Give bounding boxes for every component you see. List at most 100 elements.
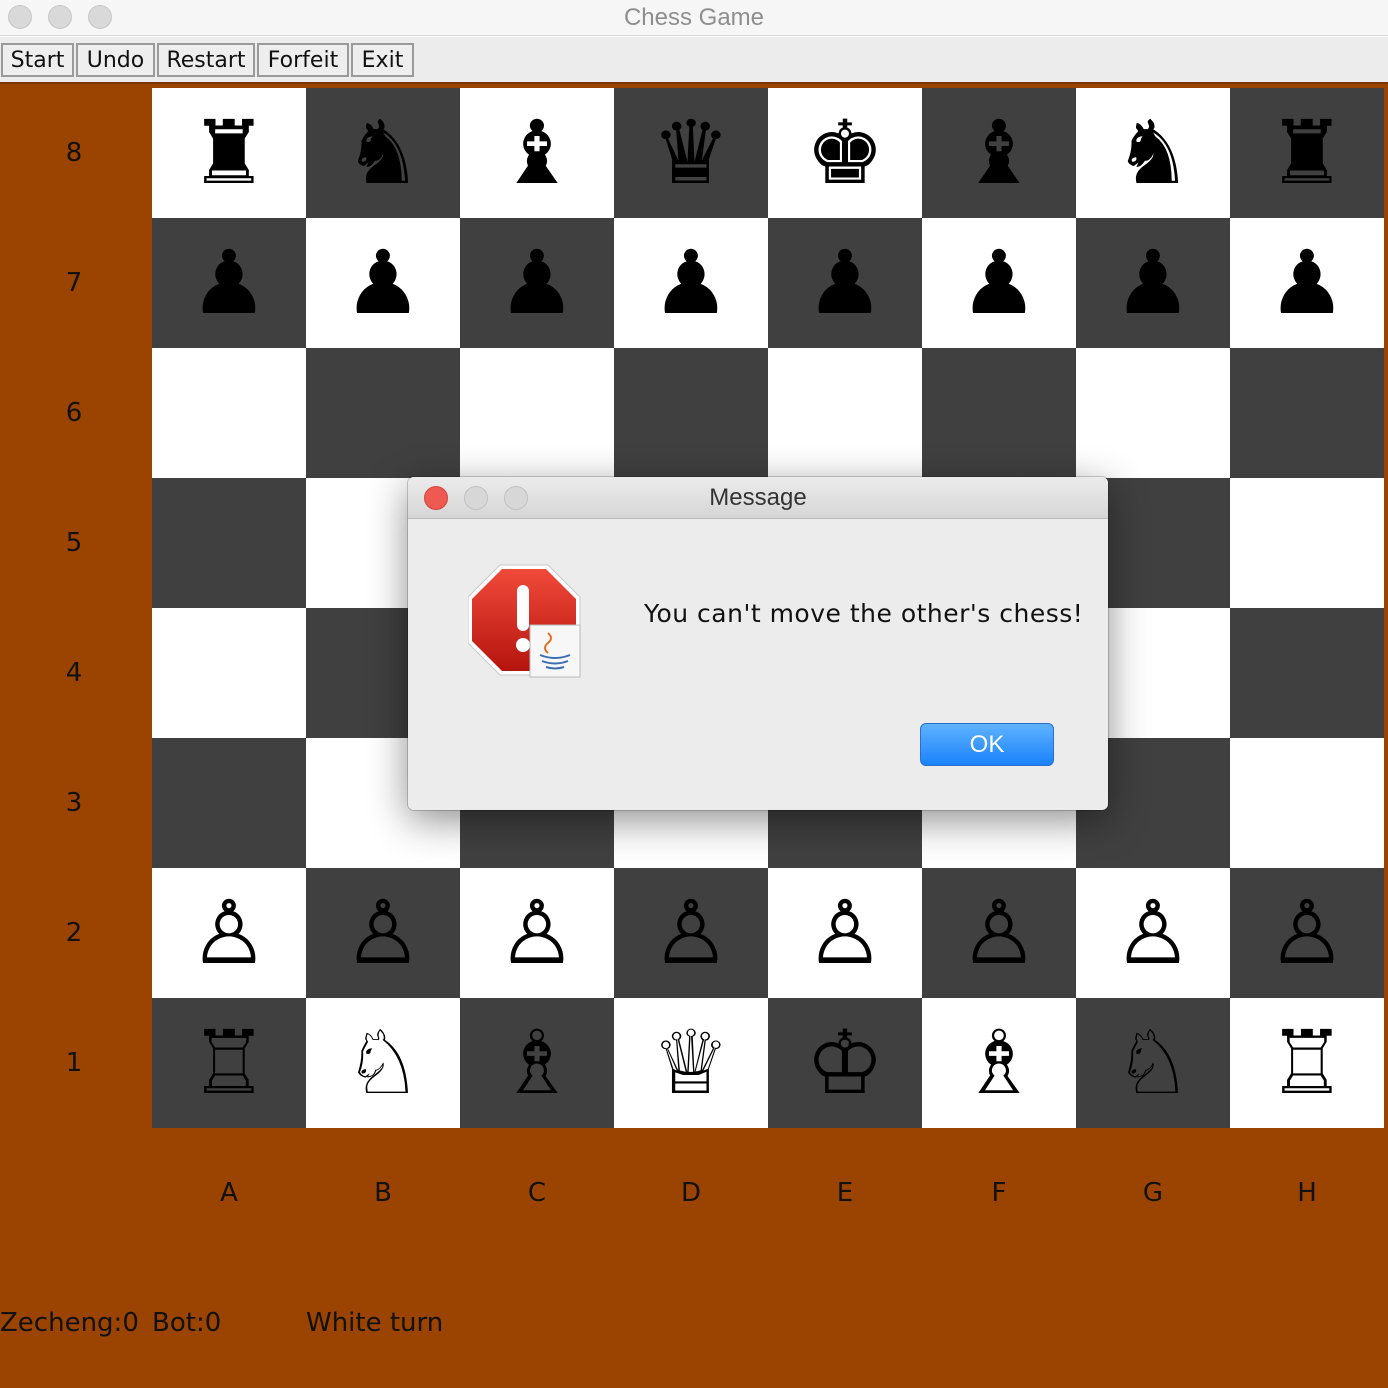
chess-piece[interactable]: ♙	[190, 889, 269, 977]
chess-piece[interactable]: ♟	[960, 239, 1039, 327]
chess-piece[interactable]: ♙	[1114, 889, 1193, 977]
square-h5[interactable]	[1230, 478, 1384, 608]
dialog-message: You can't move the other's chess!	[644, 599, 1084, 628]
square-f2[interactable]: ♙	[922, 868, 1076, 998]
square-c8[interactable]: ♝	[460, 88, 614, 218]
dialog-title: Message	[709, 484, 807, 511]
rank-label: 1	[65, 1048, 83, 1078]
chess-piece[interactable]: ♙	[960, 889, 1039, 977]
ok-button[interactable]: OK	[920, 723, 1054, 766]
square-h7[interactable]: ♟	[1230, 218, 1384, 348]
square-d7[interactable]: ♟	[614, 218, 768, 348]
chess-piece[interactable]: ♖	[1268, 1019, 1347, 1107]
chess-piece[interactable]: ♜	[190, 109, 269, 197]
chess-piece[interactable]: ♘	[1114, 1019, 1193, 1107]
square-g1[interactable]: ♘	[1076, 998, 1230, 1128]
square-g7[interactable]: ♟	[1076, 218, 1230, 348]
restart-button[interactable]: Restart	[157, 43, 255, 77]
square-h1[interactable]: ♖	[1230, 998, 1384, 1128]
chess-piece[interactable]: ♞	[1114, 109, 1193, 197]
square-g8[interactable]: ♞	[1076, 88, 1230, 218]
square-a7[interactable]: ♟	[152, 218, 306, 348]
square-h8[interactable]: ♜	[1230, 88, 1384, 218]
square-b2[interactable]: ♙	[306, 868, 460, 998]
chess-piece[interactable]: ♙	[498, 889, 577, 977]
turn-indicator: White turn	[306, 1308, 444, 1338]
square-h3[interactable]	[1230, 738, 1384, 868]
square-a4[interactable]	[152, 608, 306, 738]
chess-piece[interactable]: ♟	[190, 239, 269, 327]
square-d1[interactable]: ♕	[614, 998, 768, 1128]
file-label: F	[991, 1178, 1007, 1208]
message-dialog: Message You can't move the other's chess…	[408, 477, 1108, 810]
chess-piece[interactable]: ♝	[960, 109, 1039, 197]
square-f8[interactable]: ♝	[922, 88, 1076, 218]
forfeit-button[interactable]: Forfeit	[257, 43, 349, 77]
toolbar: Start Undo Restart Forfeit Exit	[0, 37, 1388, 82]
file-label: G	[1142, 1178, 1164, 1208]
square-a1[interactable]: ♖	[152, 998, 306, 1128]
square-f1[interactable]: ♗	[922, 998, 1076, 1128]
square-a3[interactable]	[152, 738, 306, 868]
chess-piece[interactable]: ♚	[806, 109, 885, 197]
start-button[interactable]: Start	[1, 43, 74, 77]
square-b1[interactable]: ♘	[306, 998, 460, 1128]
rank-label: 4	[65, 658, 83, 688]
square-a6[interactable]	[152, 348, 306, 478]
chess-piece[interactable]: ♗	[498, 1019, 577, 1107]
square-c6[interactable]	[460, 348, 614, 478]
chess-piece[interactable]: ♙	[1268, 889, 1347, 977]
square-h4[interactable]	[1230, 608, 1384, 738]
square-f7[interactable]: ♟	[922, 218, 1076, 348]
chess-piece[interactable]: ♟	[652, 239, 731, 327]
square-c1[interactable]: ♗	[460, 998, 614, 1128]
undo-button[interactable]: Undo	[76, 43, 155, 77]
square-e8[interactable]: ♚	[768, 88, 922, 218]
square-e1[interactable]: ♔	[768, 998, 922, 1128]
square-h6[interactable]	[1230, 348, 1384, 478]
square-g2[interactable]: ♙	[1076, 868, 1230, 998]
exit-button[interactable]: Exit	[351, 43, 414, 77]
file-label: B	[374, 1178, 392, 1208]
rank-label: 7	[65, 268, 83, 298]
square-b7[interactable]: ♟	[306, 218, 460, 348]
chess-piece[interactable]: ♔	[806, 1019, 885, 1107]
chess-piece[interactable]: ♞	[344, 109, 423, 197]
square-e6[interactable]	[768, 348, 922, 478]
square-f6[interactable]	[922, 348, 1076, 478]
chess-piece[interactable]: ♝	[498, 109, 577, 197]
chess-piece[interactable]: ♕	[652, 1019, 731, 1107]
chess-piece[interactable]: ♟	[1268, 239, 1347, 327]
square-h2[interactable]: ♙	[1230, 868, 1384, 998]
square-a8[interactable]: ♜	[152, 88, 306, 218]
rank-label: 8	[65, 138, 83, 168]
square-a2[interactable]: ♙	[152, 868, 306, 998]
chess-piece[interactable]: ♗	[960, 1019, 1039, 1107]
chess-piece[interactable]: ♛	[652, 109, 731, 197]
square-a5[interactable]	[152, 478, 306, 608]
square-b6[interactable]	[306, 348, 460, 478]
file-label: A	[220, 1178, 238, 1208]
chess-piece[interactable]: ♜	[1268, 109, 1347, 197]
square-d2[interactable]: ♙	[614, 868, 768, 998]
square-e7[interactable]: ♟	[768, 218, 922, 348]
chess-piece[interactable]: ♙	[652, 889, 731, 977]
chess-piece[interactable]: ♟	[806, 239, 885, 327]
chess-piece[interactable]: ♙	[344, 889, 423, 977]
chess-piece[interactable]: ♖	[190, 1019, 269, 1107]
square-g6[interactable]	[1076, 348, 1230, 478]
square-d8[interactable]: ♛	[614, 88, 768, 218]
chess-piece[interactable]: ♟	[344, 239, 423, 327]
square-d6[interactable]	[614, 348, 768, 478]
bot-score: Bot:0	[152, 1308, 222, 1338]
square-e2[interactable]: ♙	[768, 868, 922, 998]
chess-piece[interactable]: ♘	[344, 1019, 423, 1107]
chess-piece[interactable]: ♟	[498, 239, 577, 327]
window-titlebar: Chess Game	[0, 0, 1388, 36]
chess-piece[interactable]: ♙	[806, 889, 885, 977]
square-c2[interactable]: ♙	[460, 868, 614, 998]
square-b8[interactable]: ♞	[306, 88, 460, 218]
chess-piece[interactable]: ♟	[1114, 239, 1193, 327]
square-c7[interactable]: ♟	[460, 218, 614, 348]
stop-warning-icon	[467, 563, 584, 679]
